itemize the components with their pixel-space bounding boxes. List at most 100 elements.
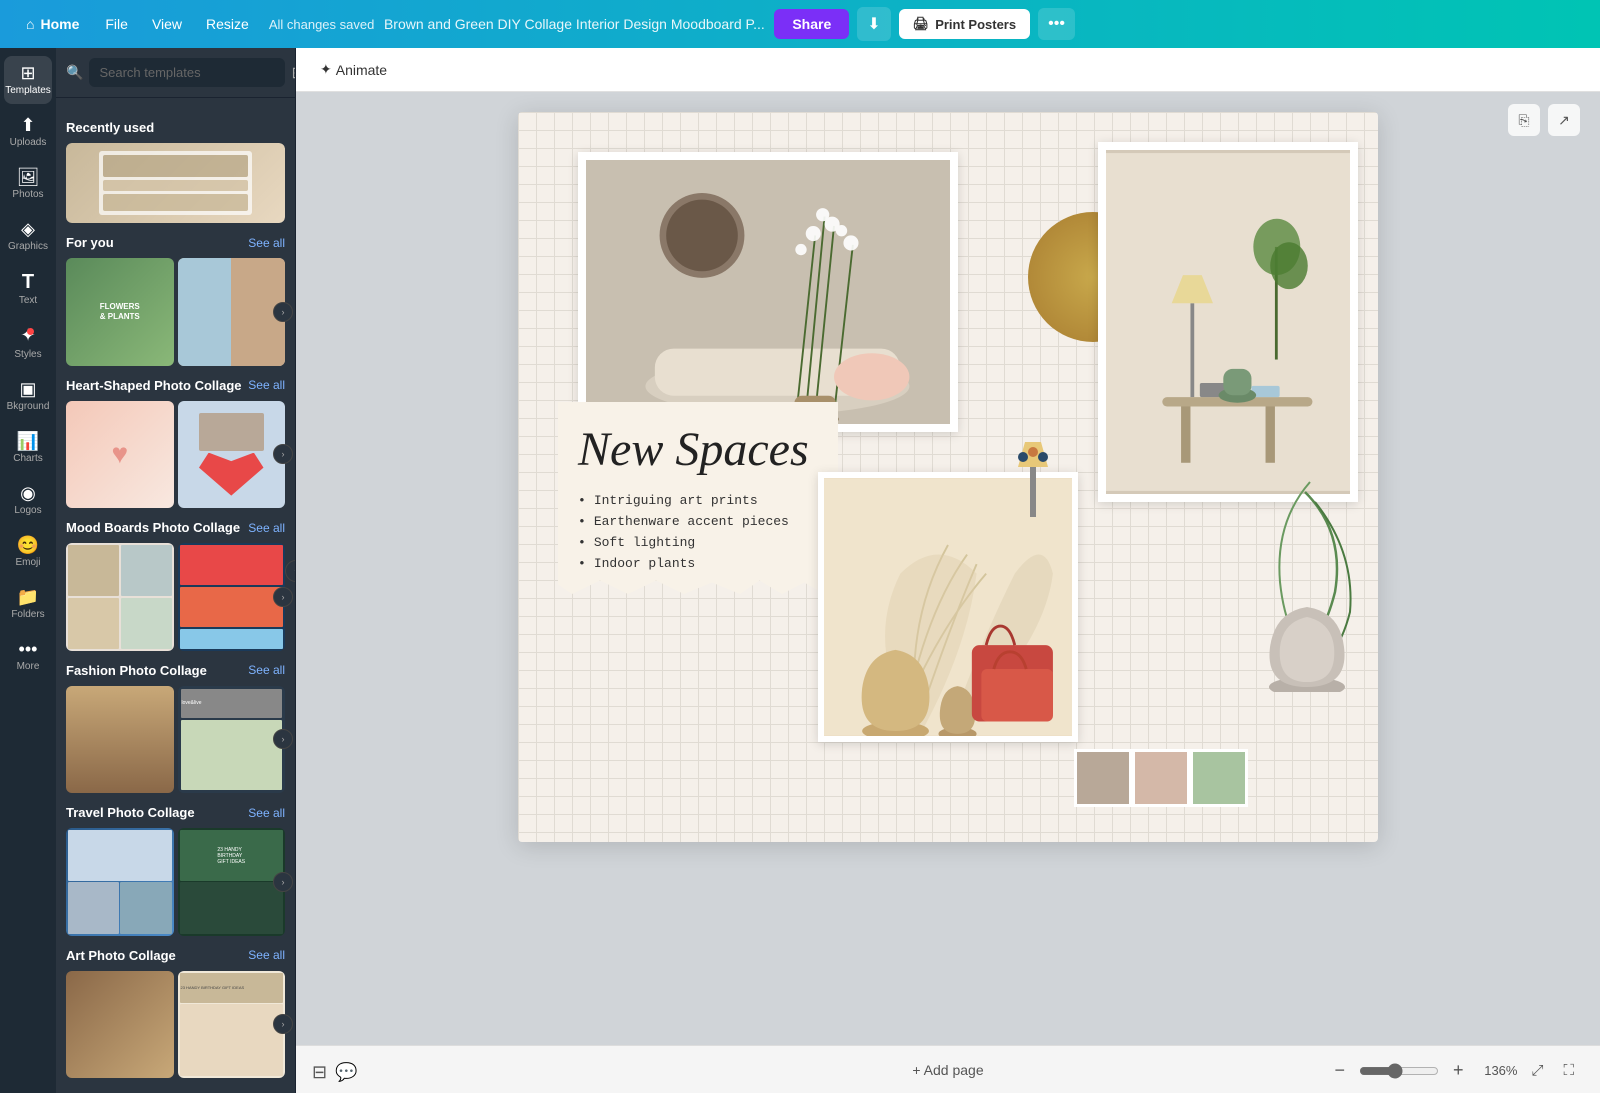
template-thumb-art-2[interactable]: 23 HANDY BIRTHDAY GIFT IDEAS <box>178 971 286 1079</box>
share-button[interactable]: Share <box>774 9 849 39</box>
travel-next-chevron[interactable]: › <box>273 872 293 892</box>
canvas-expand-button[interactable]: ↗ <box>1548 104 1580 136</box>
photos-icon: 🖼 <box>17 168 40 186</box>
search-icon: 🔍 <box>66 64 83 81</box>
view-menu[interactable]: View <box>140 10 194 38</box>
template-thumb-travel-2[interactable]: 23 HANDYBIRTHDAYGIFT IDEAS <box>178 828 286 936</box>
recent-template-thumb[interactable] <box>66 143 285 223</box>
bullet-item-1: Intriguing art prints <box>578 490 818 511</box>
zoom-out-button[interactable]: − <box>1328 1058 1351 1083</box>
for-you-next-chevron[interactable]: › <box>273 302 293 322</box>
sidebar-item-charts[interactable]: 📊 Charts <box>4 424 52 472</box>
styles-notification-dot <box>27 328 34 335</box>
moodboard-canvas[interactable]: my fave 4 artist <box>518 112 1378 842</box>
heart-shaped-grid: ♥ <box>66 401 285 509</box>
sidebar-item-folders[interactable]: 📁 Folders <box>4 580 52 628</box>
art-see-all[interactable]: See all <box>248 948 285 962</box>
heart-shaped-title: Heart-Shaped Photo Collage <box>66 378 242 393</box>
document-title: Brown and Green DIY Collage Interior Des… <box>374 16 774 32</box>
art-title: Art Photo Collage <box>66 948 176 963</box>
template-thumb-fashion-1[interactable] <box>66 686 174 794</box>
template-thumb-flowers[interactable]: FLOWERS& PLANTS <box>66 258 174 366</box>
folders-icon: 📁 <box>17 588 39 606</box>
more-options-button[interactable]: ••• <box>1038 8 1075 40</box>
color-swatches <box>1074 749 1248 807</box>
animate-icon: ✦ <box>320 61 332 78</box>
template-thumb-mood-1[interactable] <box>66 543 174 651</box>
earthenware-text: Earthenware accent pieces <box>594 514 789 529</box>
mood-next-chevron[interactable]: › <box>273 587 293 607</box>
sidebar-content: Recently used For you See all <box>56 98 295 1093</box>
sidebar-item-logos[interactable]: ◉ Logos <box>4 476 52 524</box>
fashion-header: Fashion Photo Collage See all <box>66 663 285 678</box>
home-button[interactable]: ⌂ Home <box>12 10 93 38</box>
template-thumb-travel-1[interactable] <box>66 828 174 936</box>
canvas-toolbar: ✦ Animate <box>296 48 1600 92</box>
graphics-icon: ◈ <box>21 220 35 238</box>
template-thumb-fashion[interactable] <box>178 258 286 366</box>
fullscreen-button[interactable]: ⛶ <box>1557 1060 1580 1081</box>
fashion-grid: love&live <box>66 686 285 794</box>
bullet-item-3: Soft lighting <box>578 532 818 553</box>
sidebar-item-photos[interactable]: 🖼 Photos <box>4 160 52 208</box>
travel-header: Travel Photo Collage See all <box>66 805 285 820</box>
template-thumb-fashion-2[interactable]: love&live <box>178 686 286 794</box>
vase-decoration <box>1255 472 1360 692</box>
new-spaces-section[interactable]: New Spaces Intriguing art prints Earthen… <box>558 402 838 594</box>
new-spaces-title: New Spaces <box>578 426 818 474</box>
photo-room[interactable] <box>1098 142 1358 502</box>
for-you-see-all[interactable]: See all <box>248 236 285 250</box>
for-you-grid: FLOWERS& PLANTS <box>66 258 285 366</box>
save-status: All changes saved <box>269 17 375 32</box>
sidebar-item-emoji[interactable]: 😊 Emoji <box>4 528 52 576</box>
sidebar-item-styles[interactable]: ✦ Styles <box>4 318 52 368</box>
resize-menu[interactable]: Resize <box>194 10 261 38</box>
template-thumb-heart-2[interactable] <box>178 401 286 509</box>
page-nav-left[interactable]: ⊟ <box>312 1062 327 1083</box>
sidebar-item-templates[interactable]: ⊞ Templates <box>4 56 52 104</box>
art-next-chevron[interactable]: › <box>273 1014 293 1034</box>
heart-next-chevron[interactable]: › <box>273 444 293 464</box>
bullet-item-4: Indoor plants <box>578 553 818 574</box>
zoom-in-button[interactable]: + <box>1447 1058 1470 1083</box>
for-you-header: For you See all <box>66 235 285 250</box>
fit-to-screen-button[interactable]: ⤢ <box>1525 1060 1549 1081</box>
canvas-scroll[interactable]: ⎘ ↗ <box>296 92 1600 1045</box>
fashion-see-all[interactable]: See all <box>248 663 285 677</box>
sidebar-item-background[interactable]: ▣ Bkground <box>4 372 52 420</box>
fashion-next-chevron[interactable]: › <box>273 729 293 749</box>
zoom-controls: − + 136% ⤢ ⛶ <box>1328 1058 1580 1083</box>
mood-boards-see-all[interactable]: See all <box>248 521 285 535</box>
mood-boards-grid <box>66 543 285 651</box>
animate-button[interactable]: ✦ Animate <box>312 57 395 82</box>
templates-icon: ⊞ <box>20 64 35 82</box>
add-page-button[interactable]: + Add page <box>896 1056 999 1084</box>
file-menu[interactable]: File <box>93 10 140 38</box>
sidebar-item-more[interactable]: ••• More <box>4 632 52 680</box>
canvas-copy-button[interactable]: ⎘ <box>1508 104 1540 136</box>
sidebar-item-graphics[interactable]: ◈ Graphics <box>4 212 52 260</box>
page-nav-right[interactable]: 💬 <box>335 1062 357 1083</box>
sidebar-item-uploads[interactable]: ⬆ Uploads <box>4 108 52 156</box>
home-label: Home <box>40 16 79 32</box>
heart-shaped-header: Heart-Shaped Photo Collage See all <box>66 378 285 393</box>
photo-flower[interactable] <box>578 152 958 432</box>
nav-right-actions: Share ⬇ 🖨 Print Posters ••• <box>774 7 1075 41</box>
print-button[interactable]: 🖨 Print Posters <box>899 9 1030 39</box>
search-input[interactable] <box>89 58 285 87</box>
zoom-slider[interactable] <box>1359 1063 1439 1079</box>
sidebar-item-text[interactable]: T Text <box>4 264 52 314</box>
travel-see-all[interactable]: See all <box>248 806 285 820</box>
template-thumb-art-1[interactable] <box>66 971 174 1079</box>
bullet-list: Intriguing art prints Earthenware accent… <box>578 490 818 574</box>
mood-boards-title: Mood Boards Photo Collage <box>66 520 240 535</box>
bottom-bar: + Add page ⊟ 💬 − + 136% ⤢ ⛶ <box>296 1045 1600 1093</box>
fashion-title: Fashion Photo Collage <box>66 663 207 678</box>
page-nav-buttons: ⊟ 💬 <box>312 1062 358 1083</box>
template-thumb-mood-2[interactable] <box>178 543 286 651</box>
download-button[interactable]: ⬇ <box>857 7 890 41</box>
zoom-level: 136% <box>1477 1063 1517 1078</box>
heart-shaped-see-all[interactable]: See all <box>248 378 285 392</box>
template-thumb-heart-1[interactable]: ♥ <box>66 401 174 509</box>
sidebar-panel: 🔍 ⊟ Recently used For you <box>56 48 296 1093</box>
